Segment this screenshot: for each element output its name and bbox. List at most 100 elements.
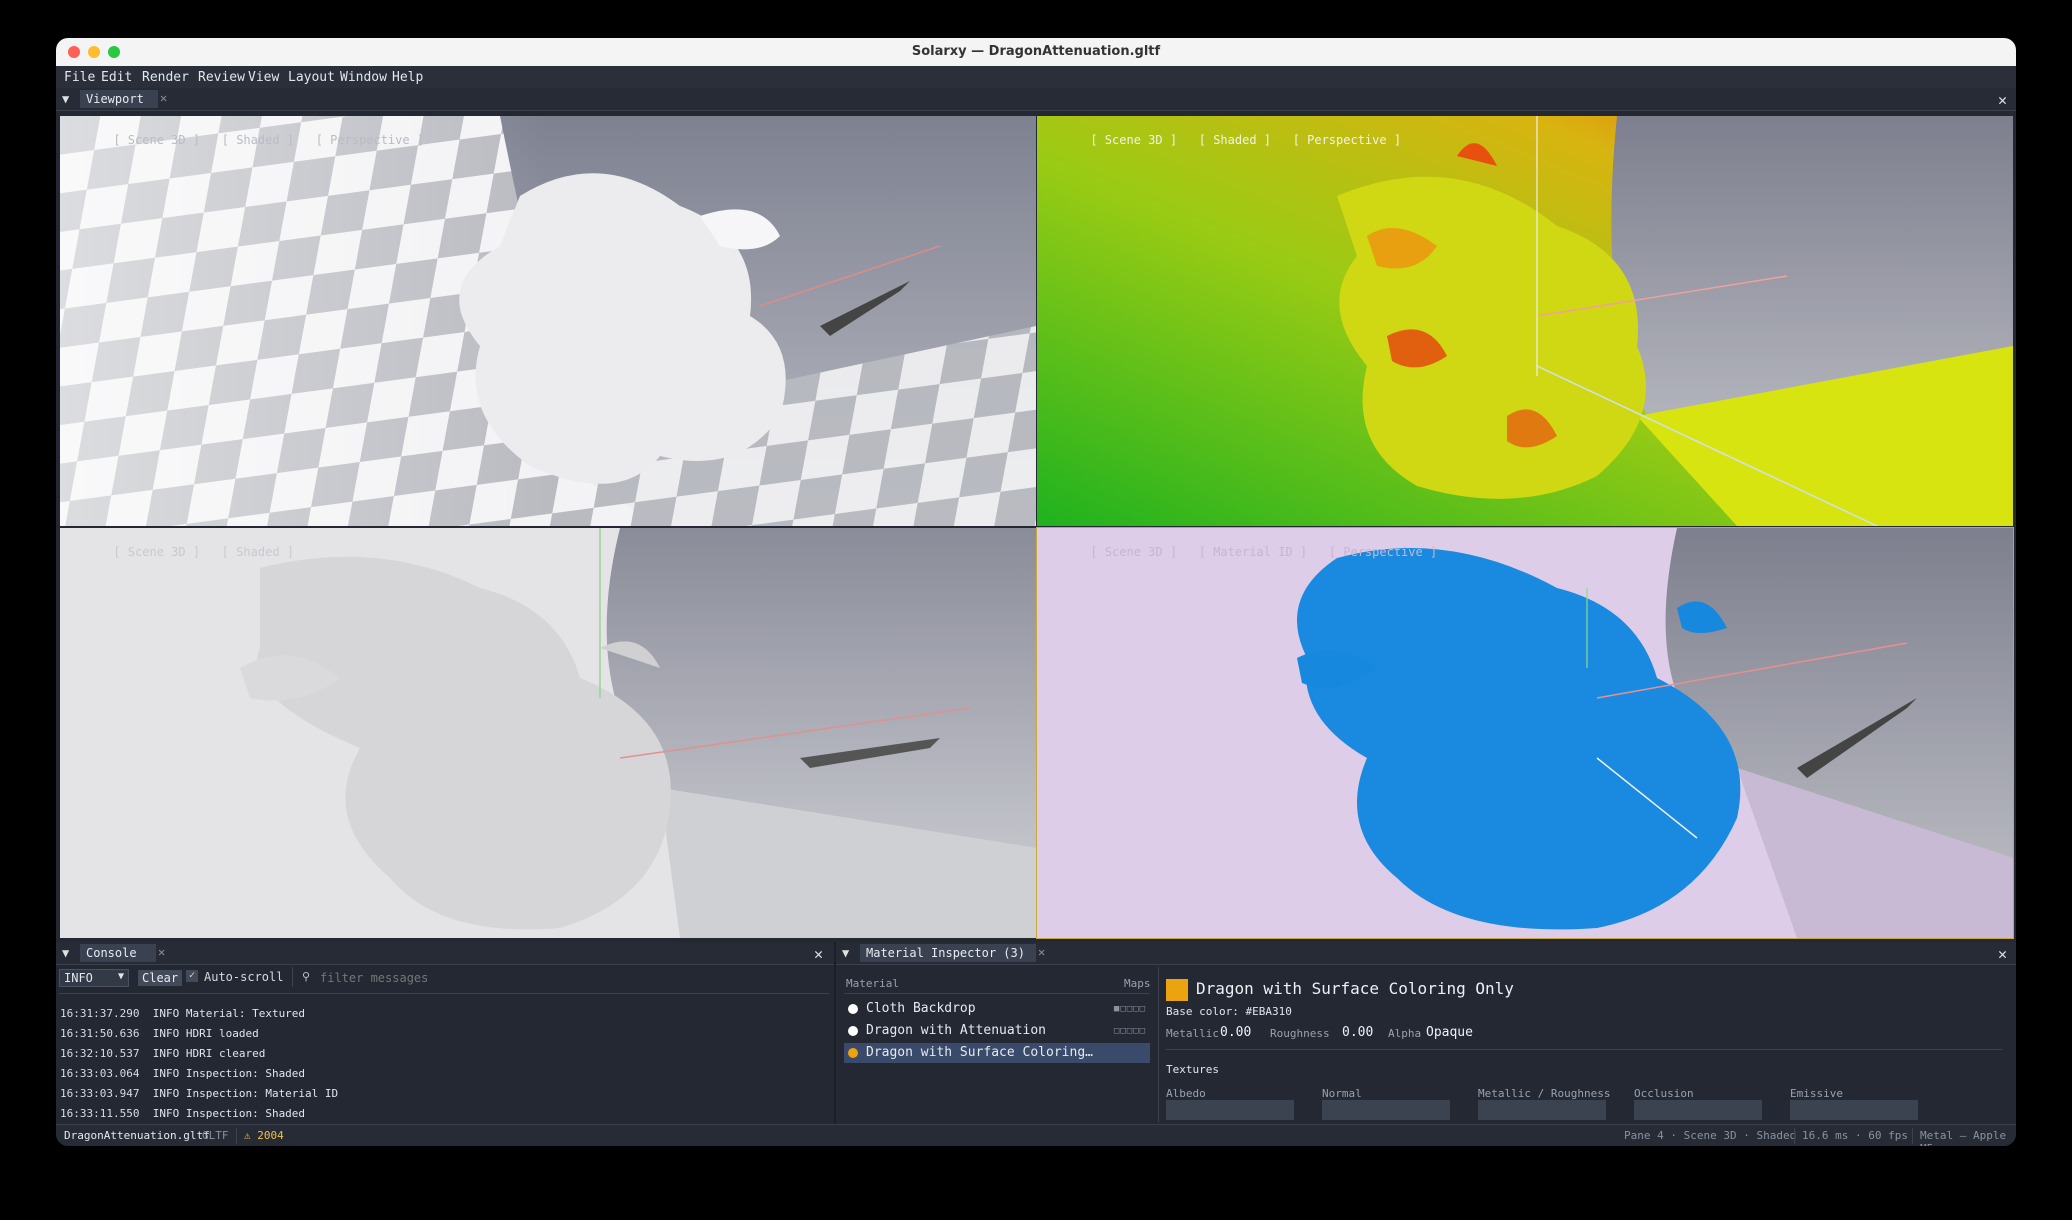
app-window: Solarxy — DragonAttenuation.gltf File Ed… (56, 38, 2016, 1146)
texture-slot-label: Metallic / Roughness (1478, 1087, 1611, 1100)
status-file-type: GLTF (202, 1129, 229, 1142)
material-detail-title: Dragon with Surface Coloring Only (1196, 979, 1514, 998)
clear-button[interactable]: Clear (138, 970, 183, 986)
log-level-select[interactable]: INFO ▼ (59, 969, 129, 987)
texture-slot-emissive[interactable]: Emissive (1790, 1082, 1918, 1120)
tab-close-icon[interactable]: ✕ (1038, 945, 1045, 959)
alpha-label: Alpha (1388, 1027, 1422, 1040)
divider (844, 993, 1150, 994)
viewport-pane-2[interactable]: [ Scene 3D ] [ Shaded ] [ Perspective ] (1037, 116, 2013, 526)
title-bar: Solarxy — DragonAttenuation.gltf (56, 38, 2016, 67)
divider (1158, 967, 1159, 1122)
roughness-label: Roughness (1270, 1027, 1330, 1040)
alpha-value: Opaque (1426, 1025, 1473, 1040)
material-name: Dragon with Attenuation (866, 1023, 1047, 1038)
collapse-triangle-icon[interactable]: ▼ (62, 946, 69, 960)
panel-close-icon[interactable]: ✕ (1998, 945, 2007, 963)
metallic-label: Metallic (1166, 1027, 1219, 1040)
texture-slot-preview[interactable] (1634, 1100, 1762, 1120)
tab-viewport-label: Viewport (86, 92, 144, 106)
texture-slot-preview[interactable] (1790, 1100, 1918, 1120)
texture-slot-label: Emissive (1790, 1087, 1843, 1100)
autoscroll-label: Auto-scroll (204, 970, 284, 984)
viewport-tab-strip: ▼ Viewport ✕ ✕ (56, 88, 2016, 111)
pane-4-render (1037, 528, 2013, 938)
viewport-pane-3[interactable]: [ Scene 3D ] [ Shaded ] (60, 528, 1036, 938)
log-line: 16:31:37.290 INFO Material: Textured (60, 1007, 306, 1020)
status-warning-count[interactable]: ⚠ 2004 (244, 1129, 284, 1142)
tab-close-icon[interactable]: ✕ (160, 91, 167, 105)
pane-2-render (1037, 116, 2013, 526)
material-column-header: Material (846, 977, 899, 990)
panel-close-icon[interactable]: ✕ (814, 945, 823, 963)
menu-help[interactable]: Help (392, 70, 423, 85)
tab-material-inspector[interactable]: Material Inspector (3) (860, 944, 1036, 962)
tab-console-label: Console (86, 946, 137, 960)
log-line: 16:32:10.537 INFO HDRI cleared (60, 1047, 266, 1060)
divider (1166, 1049, 2002, 1050)
texture-slot-label: Normal (1322, 1087, 1362, 1100)
pane-4-label-scene: [ Scene 3D ] (1090, 545, 1178, 559)
collapse-triangle-icon[interactable]: ▼ (62, 92, 69, 106)
status-frame-timing: 16.6 ms · 60 fps (1802, 1129, 1908, 1142)
texture-slot-label: Albedo (1166, 1087, 1206, 1100)
menu-review[interactable]: Review (198, 70, 245, 85)
material-list-item[interactable]: Cloth Backdrop ■□□□□ (844, 999, 1150, 1019)
viewport-pane-4[interactable]: [ Scene 3D ] [ Material ID ] [ Perspecti… (1036, 527, 2014, 939)
log-line: 16:33:03.947 INFO Inspection: Material I… (60, 1087, 339, 1100)
tab-viewport[interactable]: Viewport (80, 90, 158, 108)
autoscroll-checkbox[interactable]: ✓ (186, 970, 198, 982)
collapse-triangle-icon[interactable]: ▼ (842, 946, 849, 960)
chevron-down-icon: ▼ (117, 971, 124, 982)
menu-bar: File Edit Render Review View Layout Wind… (56, 66, 2016, 89)
menu-file[interactable]: File (64, 70, 95, 85)
tab-close-icon[interactable]: ✕ (158, 945, 165, 959)
log-line: 16:31:50.636 INFO HDRI loaded (60, 1027, 259, 1040)
metallic-value: 0.00 (1220, 1025, 1252, 1040)
material-maps-indicator: ■□□□□ (1113, 1004, 1146, 1014)
divider (1912, 1128, 1913, 1144)
divider (59, 993, 829, 994)
tab-console[interactable]: Console (80, 944, 156, 962)
tab-material-inspector-label: Material Inspector (3) (866, 946, 1025, 960)
material-color-dot (848, 1048, 858, 1058)
material-name: Dragon with Surface Coloring… (866, 1045, 1093, 1060)
pane-1-render (60, 116, 1036, 526)
pane-1-label-projection: [ Perspective ] (315, 133, 425, 147)
material-name: Cloth Backdrop (866, 1001, 976, 1016)
menu-edit[interactable]: Edit (101, 70, 132, 85)
pane-1-label-scene: [ Scene 3D ] (113, 133, 201, 147)
texture-slot-preview[interactable] (1322, 1100, 1450, 1120)
console-panel: INFO ▼ Clear ✓ Auto-scroll ⚲ 16:31:37.29… (56, 965, 834, 1124)
filter-messages-input[interactable] (318, 968, 822, 988)
texture-slot-albedo[interactable]: Albedo (1166, 1082, 1294, 1120)
material-maps-indicator: □□□□□ (1113, 1026, 1146, 1036)
texture-slot-occlusion[interactable]: Occlusion (1634, 1082, 1762, 1120)
roughness-value: 0.00 (1342, 1025, 1374, 1040)
menu-layout[interactable]: Layout (288, 70, 335, 85)
material-list-item[interactable]: Dragon with Attenuation □□□□□ (844, 1021, 1150, 1041)
divider (1794, 1128, 1795, 1144)
texture-slot-preview[interactable] (1478, 1100, 1606, 1120)
menu-view[interactable]: View (248, 70, 279, 85)
pane-3-render (60, 528, 1036, 938)
pane-1-label-mode: [ Shaded ] (221, 133, 294, 147)
material-list-item-selected[interactable]: Dragon with Surface Coloring… (844, 1043, 1150, 1063)
log-level-value: INFO (64, 971, 93, 985)
material-color-dot (848, 1026, 858, 1036)
material-color-dot (848, 1004, 858, 1014)
menu-render[interactable]: Render (142, 70, 189, 85)
textures-heading: Textures (1166, 1063, 1219, 1076)
maps-column-header: Maps (1124, 977, 1151, 990)
texture-slot-preview[interactable] (1166, 1100, 1294, 1120)
pane-3-label-scene: [ Scene 3D ] (113, 545, 201, 559)
texture-slot-label: Occlusion (1634, 1087, 1694, 1100)
texture-slot-normal[interactable]: Normal (1322, 1082, 1450, 1120)
pane-4-label-projection: [ Perspective ] (1328, 545, 1438, 559)
window-title: Solarxy — DragonAttenuation.gltf (911, 44, 1161, 59)
log-line: 16:33:11.550 INFO Inspection: Shaded (60, 1107, 306, 1120)
menu-window[interactable]: Window (340, 70, 387, 85)
texture-slot-metallic-roughness[interactable]: Metallic / Roughness (1478, 1082, 1611, 1120)
viewport-pane-1[interactable]: [ Scene 3D ] [ Shaded ] [ Perspective ] (60, 116, 1036, 526)
panel-close-icon[interactable]: ✕ (1998, 91, 2007, 109)
